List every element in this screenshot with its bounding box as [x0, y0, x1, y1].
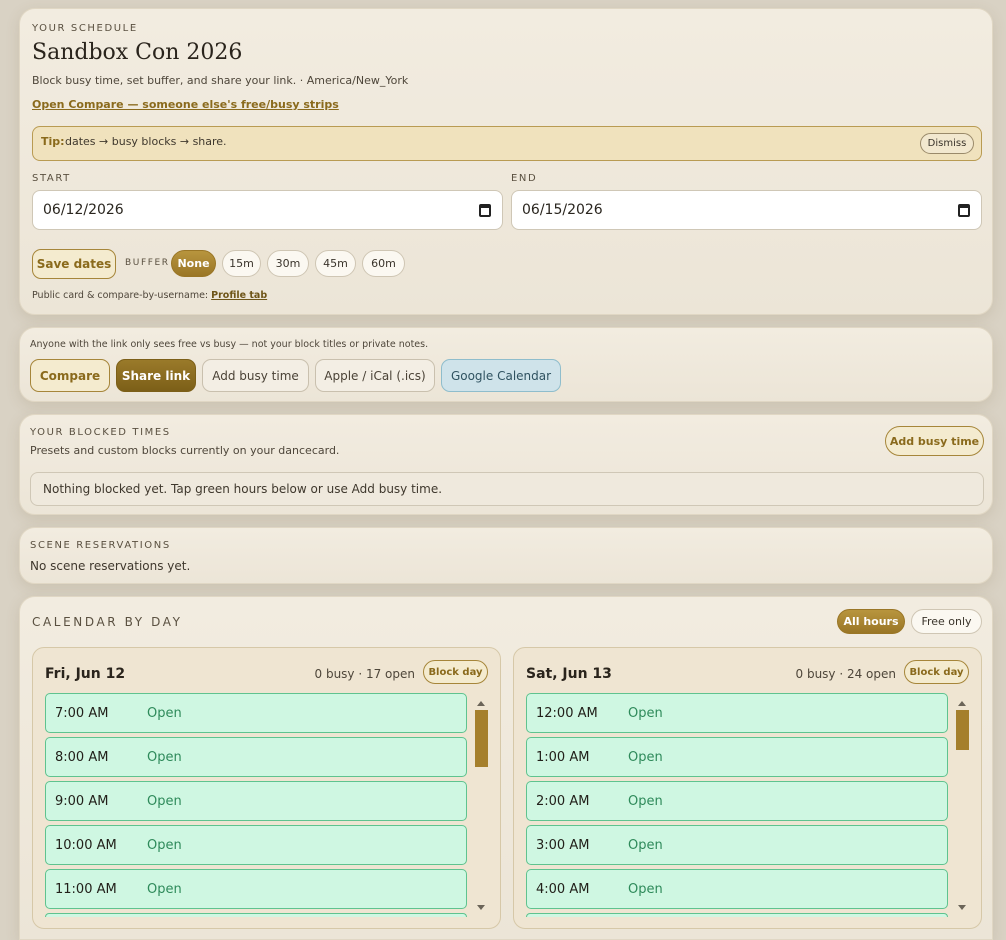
time-slot[interactable]: 9:00 AM Open: [45, 781, 467, 821]
scroll-up-icon[interactable]: [477, 701, 485, 706]
blocked-times-card: YOUR BLOCKED TIMES Presets and custom bl…: [19, 414, 993, 515]
tip-label: Tip:: [41, 135, 65, 148]
day-scrollbar[interactable]: [955, 698, 969, 913]
buffer-45m[interactable]: 45m: [315, 250, 356, 277]
time-slot[interactable]: 10:00 AM Open: [45, 825, 467, 865]
day-label: Sat, Jun 13: [526, 666, 612, 682]
dismiss-button[interactable]: Dismiss: [920, 133, 974, 154]
profile-tab-link[interactable]: Profile tab: [211, 290, 267, 301]
schedule-subtitle: Block busy time, set buffer, and share y…: [32, 74, 409, 87]
buffer-30m[interactable]: 30m: [267, 250, 309, 277]
day-label: Fri, Jun 12: [45, 666, 126, 682]
time-slot[interactable]: 3:00 AM Open: [526, 825, 948, 865]
time-slot[interactable]: 1:00 AM Open: [526, 737, 948, 777]
buffer-none[interactable]: None: [171, 250, 216, 277]
blocked-eyebrow: YOUR BLOCKED TIMES: [30, 427, 171, 438]
blocked-empty-state: Nothing blocked yet. Tap green hours bel…: [30, 472, 984, 506]
time-slot-partial: [45, 913, 467, 917]
scenes-eyebrow: SCENE RESERVATIONS: [30, 540, 171, 551]
end-label: END: [511, 173, 538, 184]
scroll-down-icon[interactable]: [958, 905, 966, 910]
end-date-input[interactable]: 06/15/2026: [511, 190, 982, 230]
scenes-empty: No scene reservations yet.: [30, 559, 191, 573]
all-hours-toggle[interactable]: All hours: [837, 609, 905, 634]
end-date-value: 06/15/2026: [522, 202, 603, 218]
schedule-card: YOUR SCHEDULE Sandbox Con 2026 Block bus…: [19, 8, 993, 315]
compare-button[interactable]: Compare: [30, 359, 110, 392]
add-busy-time-button[interactable]: Add busy time: [202, 359, 309, 392]
tip-text: dates → busy blocks → share.: [65, 135, 227, 148]
time-slot-partial: [526, 913, 948, 917]
share-card: Anyone with the link only sees free vs b…: [19, 327, 993, 402]
scene-reservations-card: SCENE RESERVATIONS No scene reservations…: [19, 527, 993, 584]
day-scrollbar[interactable]: [474, 698, 488, 913]
google-calendar-button[interactable]: Google Calendar: [441, 359, 561, 392]
blocked-subtitle: Presets and custom blocks currently on y…: [30, 444, 340, 457]
ical-export-button[interactable]: Apple / iCal (.ics): [315, 359, 435, 392]
day-summary: 0 busy · 24 open: [795, 667, 897, 681]
footer-text: Public card & compare-by-username:: [32, 290, 209, 301]
scroll-down-icon[interactable]: [477, 905, 485, 910]
time-slot[interactable]: 4:00 AM Open: [526, 869, 948, 909]
time-slot[interactable]: 7:00 AM Open: [45, 693, 467, 733]
calendar-icon[interactable]: [958, 204, 970, 217]
start-date-input[interactable]: 06/12/2026: [32, 190, 503, 230]
buffer-15m[interactable]: 15m: [222, 250, 261, 277]
page-title: Sandbox Con 2026: [32, 40, 243, 65]
time-slot[interactable]: 8:00 AM Open: [45, 737, 467, 777]
scroll-thumb[interactable]: [475, 710, 488, 767]
profile-footer: Public card & compare-by-username: Profi…: [32, 290, 267, 301]
calendar-icon[interactable]: [479, 204, 491, 217]
share-link-button[interactable]: Share link: [116, 359, 196, 392]
day-card-sat-jun-13: Sat, Jun 13 0 busy · 24 open Block day 1…: [513, 647, 982, 929]
tip-banner: Tip: dates → busy blocks → share. Dismis…: [32, 126, 982, 161]
day-card-fri-jun-12: Fri, Jun 12 0 busy · 17 open Block day 7…: [32, 647, 501, 929]
schedule-eyebrow: YOUR SCHEDULE: [32, 23, 138, 34]
buffer-label: BUFFER: [125, 258, 170, 268]
share-note: Anyone with the link only sees free vs b…: [30, 339, 429, 350]
time-slot[interactable]: 2:00 AM Open: [526, 781, 948, 821]
calendar-eyebrow: CALENDAR BY DAY: [32, 615, 183, 629]
time-slot[interactable]: 11:00 AM Open: [45, 869, 467, 909]
time-slot[interactable]: 12:00 AM Open: [526, 693, 948, 733]
save-dates-button[interactable]: Save dates: [32, 249, 116, 279]
open-compare-link[interactable]: Open Compare — someone else's free/busy …: [32, 98, 339, 111]
scroll-thumb[interactable]: [956, 710, 969, 750]
calendar-card: CALENDAR BY DAY All hours Free only Fri,…: [19, 596, 993, 940]
block-day-button[interactable]: Block day: [423, 660, 488, 684]
scroll-up-icon[interactable]: [958, 701, 966, 706]
start-label: START: [32, 173, 71, 184]
block-day-button[interactable]: Block day: [904, 660, 969, 684]
start-date-value: 06/12/2026: [43, 202, 124, 218]
add-busy-time-button[interactable]: Add busy time: [885, 426, 984, 456]
free-only-toggle[interactable]: Free only: [911, 609, 982, 634]
buffer-60m[interactable]: 60m: [362, 250, 405, 277]
day-summary: 0 busy · 17 open: [314, 667, 416, 681]
